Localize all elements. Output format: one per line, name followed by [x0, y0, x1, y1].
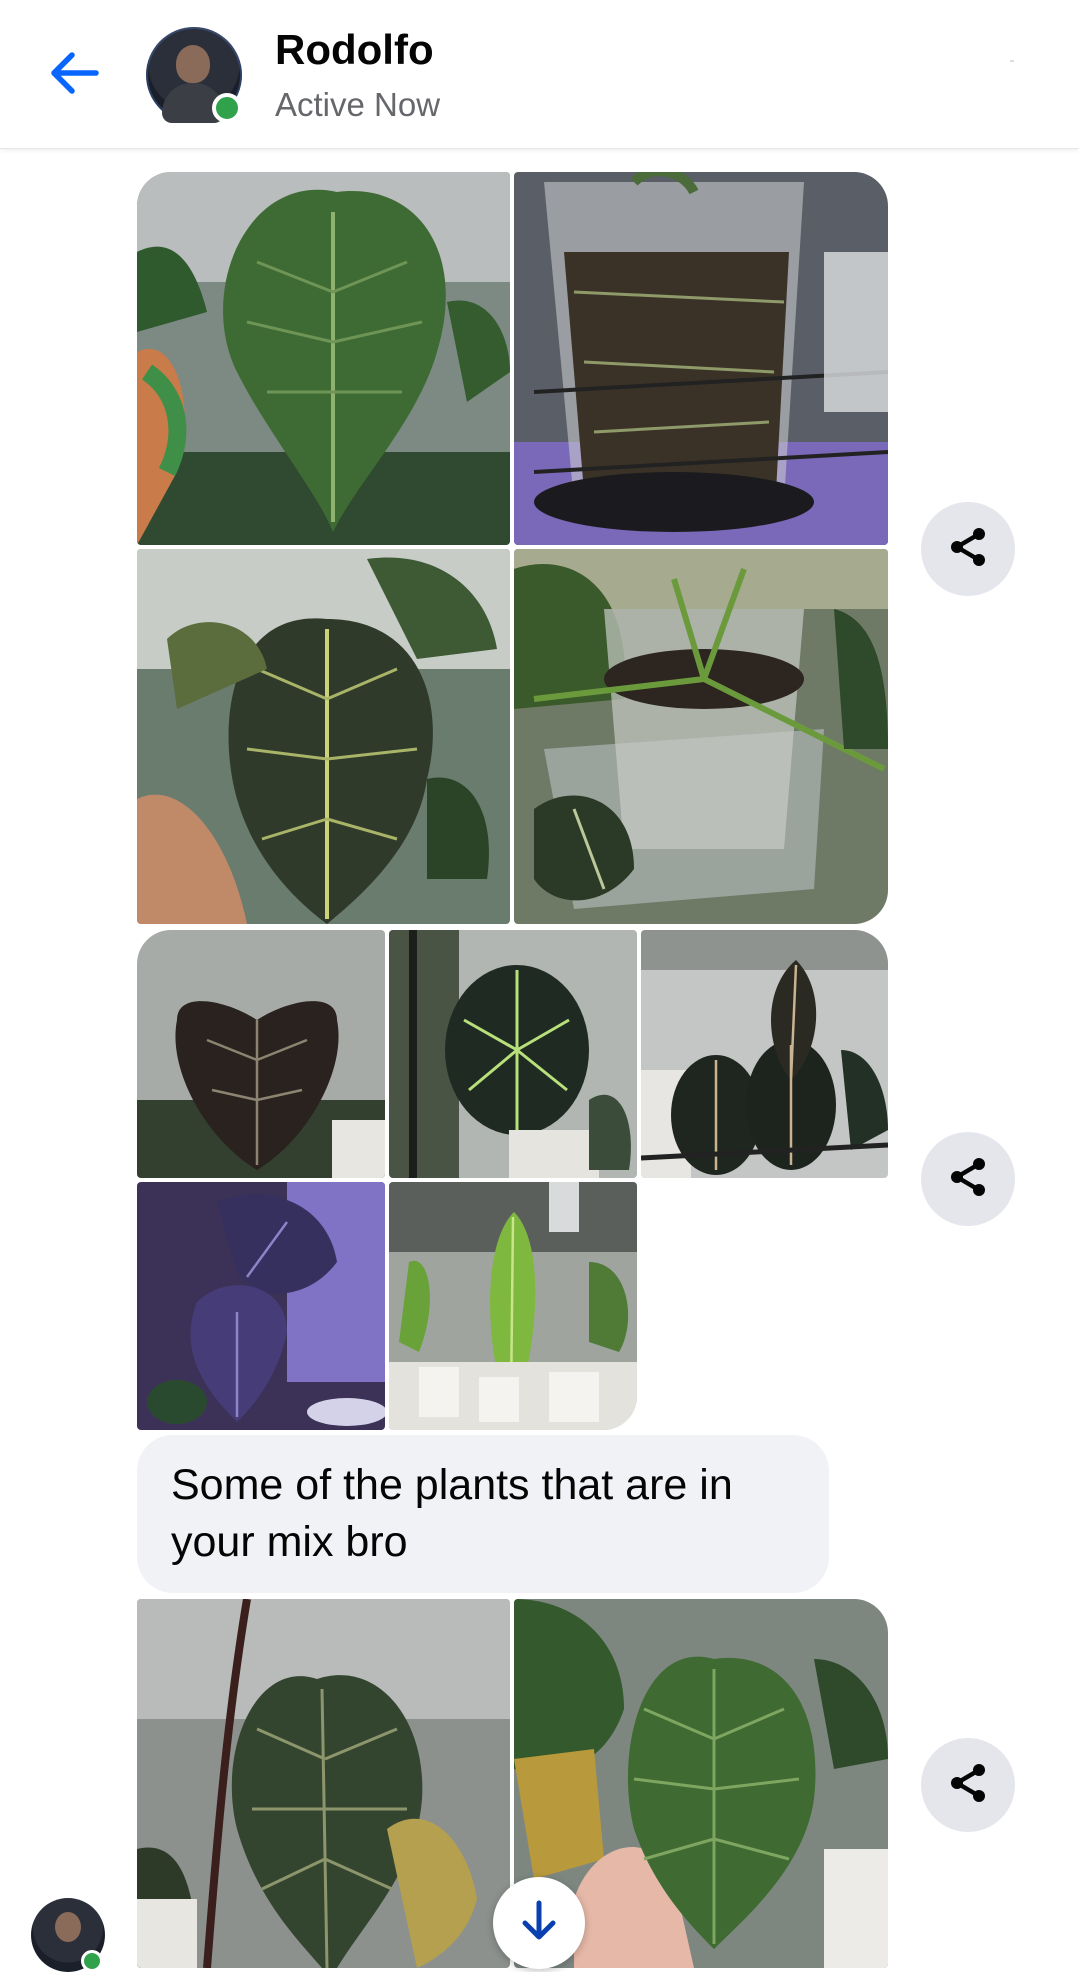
- chat-photo[interactable]: [389, 930, 637, 1178]
- sender-avatar[interactable]: [31, 1898, 105, 1972]
- share-icon: [946, 525, 990, 574]
- chat-header: Rodolfo Active Now: [0, 0, 1079, 149]
- contact-avatar[interactable]: [146, 27, 242, 123]
- scroll-to-bottom-button[interactable]: [493, 1877, 585, 1969]
- contact-name[interactable]: Rodolfo: [275, 26, 434, 74]
- chat-photo[interactable]: [514, 549, 888, 924]
- share-button[interactable]: [921, 1132, 1015, 1226]
- chat-photo[interactable]: [514, 172, 888, 545]
- share-icon: [946, 1155, 990, 1204]
- share-icon: [946, 1761, 990, 1810]
- header-divider-mark: [1010, 60, 1014, 62]
- chat-photo[interactable]: [137, 1182, 385, 1430]
- online-status-dot: [81, 1950, 103, 1972]
- chat-photo[interactable]: [137, 1599, 510, 1968]
- chat-photo[interactable]: [137, 172, 510, 545]
- chat-photo[interactable]: [389, 1182, 637, 1430]
- share-button[interactable]: [921, 1738, 1015, 1832]
- chat-photo[interactable]: [137, 549, 510, 924]
- message-bubble[interactable]: Some of the plants that are in your mix …: [137, 1435, 829, 1593]
- online-status-dot: [212, 93, 242, 123]
- arrow-left-icon: [48, 51, 100, 100]
- chat-photo[interactable]: [641, 930, 888, 1178]
- message-text: Some of the plants that are in your mix …: [171, 1461, 733, 1566]
- contact-status: Active Now: [275, 86, 441, 123]
- chat-photo[interactable]: [137, 930, 385, 1178]
- share-button[interactable]: [921, 502, 1015, 596]
- arrow-down-icon: [519, 1899, 559, 1948]
- back-button[interactable]: [40, 45, 108, 105]
